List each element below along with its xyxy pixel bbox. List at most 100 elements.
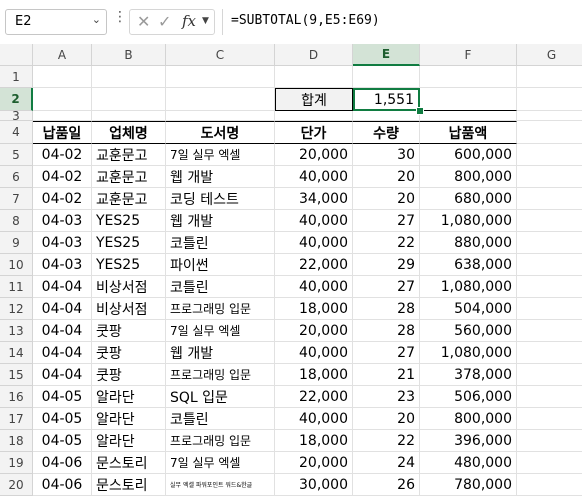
cell-a1[interactable] xyxy=(33,66,92,88)
table-cell-vendor[interactable]: 쿳팡 xyxy=(92,364,166,386)
table-cell-title[interactable]: 7일 실무 엑셀 xyxy=(166,320,275,342)
column-header-f[interactable]: F xyxy=(420,44,517,66)
cell-g20[interactable] xyxy=(517,474,582,496)
cell-f1[interactable] xyxy=(420,66,517,88)
row-header-3[interactable]: 3 xyxy=(0,109,33,123)
more-options-icon[interactable]: ⋮ xyxy=(113,9,127,25)
table-header[interactable]: 업체명 xyxy=(92,121,166,144)
table-cell-qty[interactable]: 28 xyxy=(353,298,420,320)
column-header-g[interactable]: G xyxy=(517,44,582,66)
table-cell-date[interactable]: 04-02 xyxy=(33,188,92,210)
table-cell-vendor[interactable]: 교훈문고 xyxy=(92,144,166,166)
cell-g6[interactable] xyxy=(517,166,582,188)
row-header-1[interactable]: 1 xyxy=(0,66,33,88)
row-header-14[interactable]: 14 xyxy=(0,342,33,364)
table-cell-date[interactable]: 04-03 xyxy=(33,254,92,276)
row-header-17[interactable]: 17 xyxy=(0,408,33,430)
cell-b3[interactable] xyxy=(92,111,166,121)
table-cell-qty[interactable]: 27 xyxy=(353,210,420,232)
cell-f3[interactable] xyxy=(420,111,517,121)
column-header-d[interactable]: D xyxy=(275,44,353,66)
cell-g14[interactable] xyxy=(517,342,582,364)
row-header-18[interactable]: 18 xyxy=(0,430,33,452)
table-cell-title[interactable]: 웹 개발 xyxy=(166,342,275,364)
insert-function-icon[interactable]: fx xyxy=(182,12,196,30)
table-cell-title[interactable]: 코틀린 xyxy=(166,232,275,254)
table-cell-date[interactable]: 04-05 xyxy=(33,386,92,408)
cell-e3[interactable] xyxy=(353,111,420,121)
table-cell-title[interactable]: 파이썬 xyxy=(166,254,275,276)
row-header-15[interactable]: 15 xyxy=(0,364,33,386)
row-header-10[interactable]: 10 xyxy=(0,254,33,276)
formula-input[interactable]: =SUBTOTAL(9,E5:E69) xyxy=(222,9,582,35)
table-cell-amount[interactable]: 600,000 xyxy=(420,144,517,166)
cell-b2[interactable] xyxy=(92,88,166,111)
table-cell-vendor[interactable]: YES25 xyxy=(92,210,166,232)
table-cell-amount[interactable]: 1,080,000 xyxy=(420,210,517,232)
row-header-13[interactable]: 13 xyxy=(0,320,33,342)
row-header-8[interactable]: 8 xyxy=(0,210,33,232)
table-cell-price[interactable]: 30,000 xyxy=(275,474,353,496)
table-cell-price[interactable]: 40,000 xyxy=(275,276,353,298)
cell-g12[interactable] xyxy=(517,298,582,320)
table-cell-qty[interactable]: 22 xyxy=(353,232,420,254)
table-cell-qty[interactable]: 20 xyxy=(353,408,420,430)
table-cell-date[interactable]: 04-06 xyxy=(33,452,92,474)
table-cell-date[interactable]: 04-03 xyxy=(33,232,92,254)
table-header[interactable]: 도서명 xyxy=(166,121,275,144)
table-cell-qty[interactable]: 23 xyxy=(353,386,420,408)
table-cell-vendor[interactable]: 알라단 xyxy=(92,386,166,408)
table-cell-amount[interactable]: 800,000 xyxy=(420,408,517,430)
cell-g2[interactable] xyxy=(517,88,582,111)
table-cell-vendor[interactable]: 알라단 xyxy=(92,408,166,430)
table-cell-amount[interactable]: 1,080,000 xyxy=(420,342,517,364)
table-cell-qty[interactable]: 24 xyxy=(353,452,420,474)
table-cell-price[interactable]: 40,000 xyxy=(275,166,353,188)
row-header-4[interactable]: 4 xyxy=(0,121,33,144)
table-cell-price[interactable]: 18,000 xyxy=(275,298,353,320)
cell-g5[interactable] xyxy=(517,144,582,166)
cell-g11[interactable] xyxy=(517,276,582,298)
table-cell-date[interactable]: 04-04 xyxy=(33,342,92,364)
table-cell-vendor[interactable]: 쿳팡 xyxy=(92,320,166,342)
table-cell-price[interactable]: 22,000 xyxy=(275,254,353,276)
cell-a2[interactable] xyxy=(33,88,92,111)
table-cell-vendor[interactable]: 교훈문고 xyxy=(92,166,166,188)
table-cell-vendor[interactable]: 문스토리 xyxy=(92,474,166,496)
table-header[interactable]: 납품액 xyxy=(420,121,517,144)
row-header-5[interactable]: 5 xyxy=(0,144,33,166)
cell-d1[interactable] xyxy=(275,66,353,88)
table-cell-title[interactable]: 프로그래밍 입문 xyxy=(166,430,275,452)
cell-f2[interactable] xyxy=(420,88,517,111)
table-cell-qty[interactable]: 21 xyxy=(353,364,420,386)
cell-g16[interactable] xyxy=(517,386,582,408)
cell-c1[interactable] xyxy=(166,66,275,88)
table-header[interactable]: 납품일 xyxy=(33,121,92,144)
select-all-corner[interactable] xyxy=(0,44,33,66)
cell-g19[interactable] xyxy=(517,452,582,474)
table-cell-amount[interactable]: 504,000 xyxy=(420,298,517,320)
table-cell-price[interactable]: 40,000 xyxy=(275,210,353,232)
table-cell-price[interactable]: 20,000 xyxy=(275,320,353,342)
cell-a3[interactable] xyxy=(33,111,92,121)
column-header-c[interactable]: C xyxy=(166,44,275,66)
table-cell-title[interactable]: 코틀린 xyxy=(166,276,275,298)
table-cell-title[interactable]: 7일 실무 엑셀 xyxy=(166,144,275,166)
table-cell-vendor[interactable]: YES25 xyxy=(92,232,166,254)
table-cell-vendor[interactable]: 비상서점 xyxy=(92,298,166,320)
fill-handle[interactable] xyxy=(416,107,424,115)
table-cell-amount[interactable]: 560,000 xyxy=(420,320,517,342)
cell-g17[interactable] xyxy=(517,408,582,430)
row-header-9[interactable]: 9 xyxy=(0,232,33,254)
table-cell-title[interactable]: 프로그래밍 입문 xyxy=(166,364,275,386)
table-cell-vendor[interactable]: 알라단 xyxy=(92,430,166,452)
table-cell-qty[interactable]: 27 xyxy=(353,276,420,298)
table-cell-price[interactable]: 20,000 xyxy=(275,452,353,474)
cancel-icon[interactable]: ✕ xyxy=(137,12,150,31)
cell-g9[interactable] xyxy=(517,232,582,254)
function-dropdown-icon[interactable]: ▼ xyxy=(202,16,209,26)
row-header-16[interactable]: 16 xyxy=(0,386,33,408)
cell-g15[interactable] xyxy=(517,364,582,386)
cell-g8[interactable] xyxy=(517,210,582,232)
cell-g18[interactable] xyxy=(517,430,582,452)
